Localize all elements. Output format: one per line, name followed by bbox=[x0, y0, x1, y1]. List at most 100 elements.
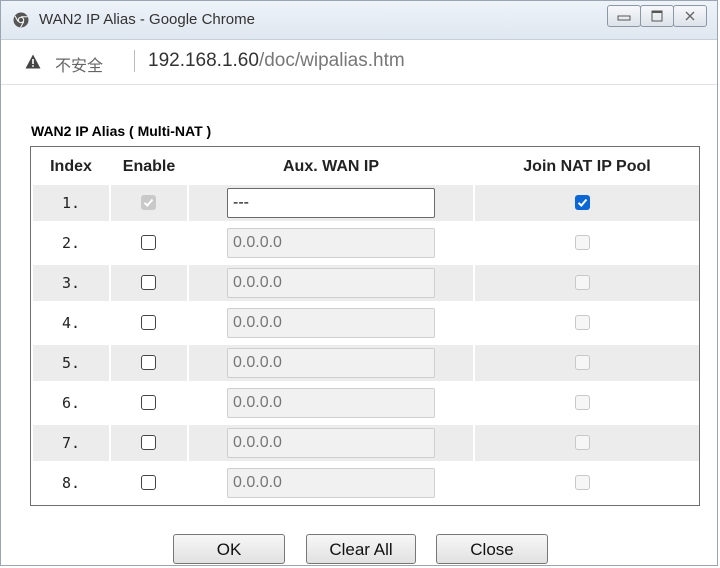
index-cell: 3. bbox=[33, 265, 109, 301]
close-button[interactable]: Close bbox=[436, 534, 548, 564]
enable-checkbox[interactable] bbox=[141, 475, 156, 490]
enable-cell bbox=[111, 465, 187, 501]
table-row: 8. 0.0.0.0 bbox=[33, 465, 697, 501]
header-aux-wan-ip: Aux. WAN IP bbox=[282, 158, 379, 175]
join-nat-pool-checkbox[interactable] bbox=[575, 195, 590, 210]
index-cell: 2. bbox=[33, 225, 109, 261]
warning-icon[interactable] bbox=[25, 54, 41, 69]
header-index: Index bbox=[50, 158, 92, 175]
enable-cell bbox=[111, 425, 187, 461]
table-row: 5. 0.0.0.0 bbox=[33, 345, 699, 381]
url-path: /doc/wipalias.htm bbox=[258, 50, 405, 71]
header-join-nat-ip-pool: Join NAT IP Pool bbox=[523, 158, 651, 175]
enable-checkbox[interactable] bbox=[141, 235, 156, 250]
window-title: WAN2 IP Alias - Google Chrome bbox=[39, 11, 255, 28]
join-nat-pool-cell bbox=[475, 225, 699, 261]
join-nat-pool-cell bbox=[475, 425, 699, 461]
row-index: 6. bbox=[61, 394, 81, 412]
join-nat-pool-cell bbox=[475, 305, 699, 341]
chrome-logo-icon bbox=[13, 12, 29, 28]
aux-wan-ip-input[interactable]: --- bbox=[227, 188, 435, 218]
aux-wan-ip-input: 0.0.0.0 bbox=[227, 308, 435, 338]
maximize-button[interactable] bbox=[640, 5, 674, 27]
header-enable: Enable bbox=[122, 158, 176, 175]
aux-wan-ip-cell: --- bbox=[189, 185, 473, 221]
enable-cell bbox=[111, 305, 187, 341]
enable-cell bbox=[111, 345, 187, 381]
row-index: 2. bbox=[61, 234, 81, 252]
close-icon bbox=[685, 11, 695, 21]
index-cell: 5. bbox=[33, 345, 109, 381]
enable-checkbox[interactable] bbox=[141, 275, 156, 290]
action-buttons: OK Clear All Close bbox=[1, 534, 720, 564]
row-index: 4. bbox=[61, 314, 81, 332]
url-host: 192.168.1.60 bbox=[148, 50, 259, 71]
title-bar: WAN2 IP Alias - Google Chrome bbox=[1, 1, 717, 40]
join-nat-pool-checkbox bbox=[575, 395, 590, 410]
enable-checkbox bbox=[141, 195, 156, 210]
index-cell: 8. bbox=[33, 465, 109, 501]
aux-wan-ip-input: 0.0.0.0 bbox=[227, 468, 435, 498]
row-index: 8. bbox=[61, 474, 81, 492]
clear-all-button[interactable]: Clear All bbox=[306, 534, 416, 564]
enable-cell bbox=[111, 185, 187, 221]
address-separator bbox=[134, 50, 135, 72]
aux-wan-ip-input: 0.0.0.0 bbox=[227, 388, 435, 418]
enable-checkbox[interactable] bbox=[141, 395, 156, 410]
aux-wan-ip-cell: 0.0.0.0 bbox=[189, 305, 473, 341]
join-nat-pool-checkbox bbox=[575, 235, 590, 250]
insecure-label: 不安全 bbox=[55, 58, 104, 75]
aux-wan-ip-cell: 0.0.0.0 bbox=[189, 225, 473, 261]
row-index: 7. bbox=[61, 434, 81, 452]
index-cell: 1. bbox=[33, 185, 109, 221]
enable-cell bbox=[111, 225, 187, 261]
join-nat-pool-cell bbox=[475, 465, 699, 501]
index-cell: 4. bbox=[33, 305, 109, 341]
aux-wan-ip-cell: 0.0.0.0 bbox=[189, 465, 473, 501]
table-header-row: Index Enable Aux. WAN IP Join NAT IP Poo… bbox=[33, 151, 697, 185]
join-nat-pool-cell bbox=[475, 265, 699, 301]
minimize-icon bbox=[617, 15, 631, 21]
ok-button[interactable]: OK bbox=[173, 534, 285, 564]
join-nat-pool-checkbox bbox=[575, 275, 590, 290]
table-row: 1. --- bbox=[33, 185, 699, 221]
index-cell: 6. bbox=[33, 385, 109, 421]
close-window-button[interactable] bbox=[673, 5, 707, 27]
checkmark-icon bbox=[143, 198, 154, 207]
checkmark-icon bbox=[577, 198, 588, 207]
table-row: 7. 0.0.0.0 bbox=[33, 425, 699, 461]
minimize-button[interactable] bbox=[607, 5, 641, 27]
aux-wan-ip-input: 0.0.0.0 bbox=[227, 268, 435, 298]
window-controls bbox=[607, 5, 707, 27]
table-row: 4. 0.0.0.0 bbox=[33, 305, 697, 341]
table-row: 3. 0.0.0.0 bbox=[33, 265, 699, 301]
enable-checkbox[interactable] bbox=[141, 355, 156, 370]
address-bar[interactable]: 不安全 192.168.1.60/doc/wipalias.htm bbox=[1, 40, 717, 85]
enable-checkbox[interactable] bbox=[141, 315, 156, 330]
index-cell: 7. bbox=[33, 425, 109, 461]
row-index: 3. bbox=[61, 274, 81, 292]
aux-wan-ip-cell: 0.0.0.0 bbox=[189, 425, 473, 461]
enable-cell bbox=[111, 385, 187, 421]
join-nat-pool-checkbox bbox=[575, 355, 590, 370]
enable-checkbox[interactable] bbox=[141, 435, 156, 450]
row-index: 5. bbox=[61, 354, 81, 372]
aux-wan-ip-cell: 0.0.0.0 bbox=[189, 265, 473, 301]
aux-wan-ip-cell: 0.0.0.0 bbox=[189, 345, 473, 381]
url-text[interactable]: 192.168.1.60/doc/wipalias.htm bbox=[148, 50, 405, 72]
browser-popup-window: WAN2 IP Alias - Google Chrome 不安全 192.16… bbox=[0, 0, 718, 566]
table-row: 6. 0.0.0.0 bbox=[33, 385, 697, 421]
join-nat-pool-cell bbox=[475, 385, 699, 421]
enable-cell bbox=[111, 265, 187, 301]
ip-alias-table: Index Enable Aux. WAN IP Join NAT IP Poo… bbox=[30, 146, 700, 506]
table-row: 2. 0.0.0.0 bbox=[33, 225, 697, 261]
join-nat-pool-cell bbox=[475, 345, 699, 381]
maximize-icon bbox=[651, 10, 663, 22]
join-nat-pool-cell bbox=[475, 185, 699, 221]
aux-wan-ip-input: 0.0.0.0 bbox=[227, 348, 435, 378]
join-nat-pool-checkbox bbox=[575, 435, 590, 450]
aux-wan-ip-input: 0.0.0.0 bbox=[227, 428, 435, 458]
join-nat-pool-checkbox bbox=[575, 315, 590, 330]
row-index: 1. bbox=[61, 194, 81, 212]
aux-wan-ip-cell: 0.0.0.0 bbox=[189, 385, 473, 421]
